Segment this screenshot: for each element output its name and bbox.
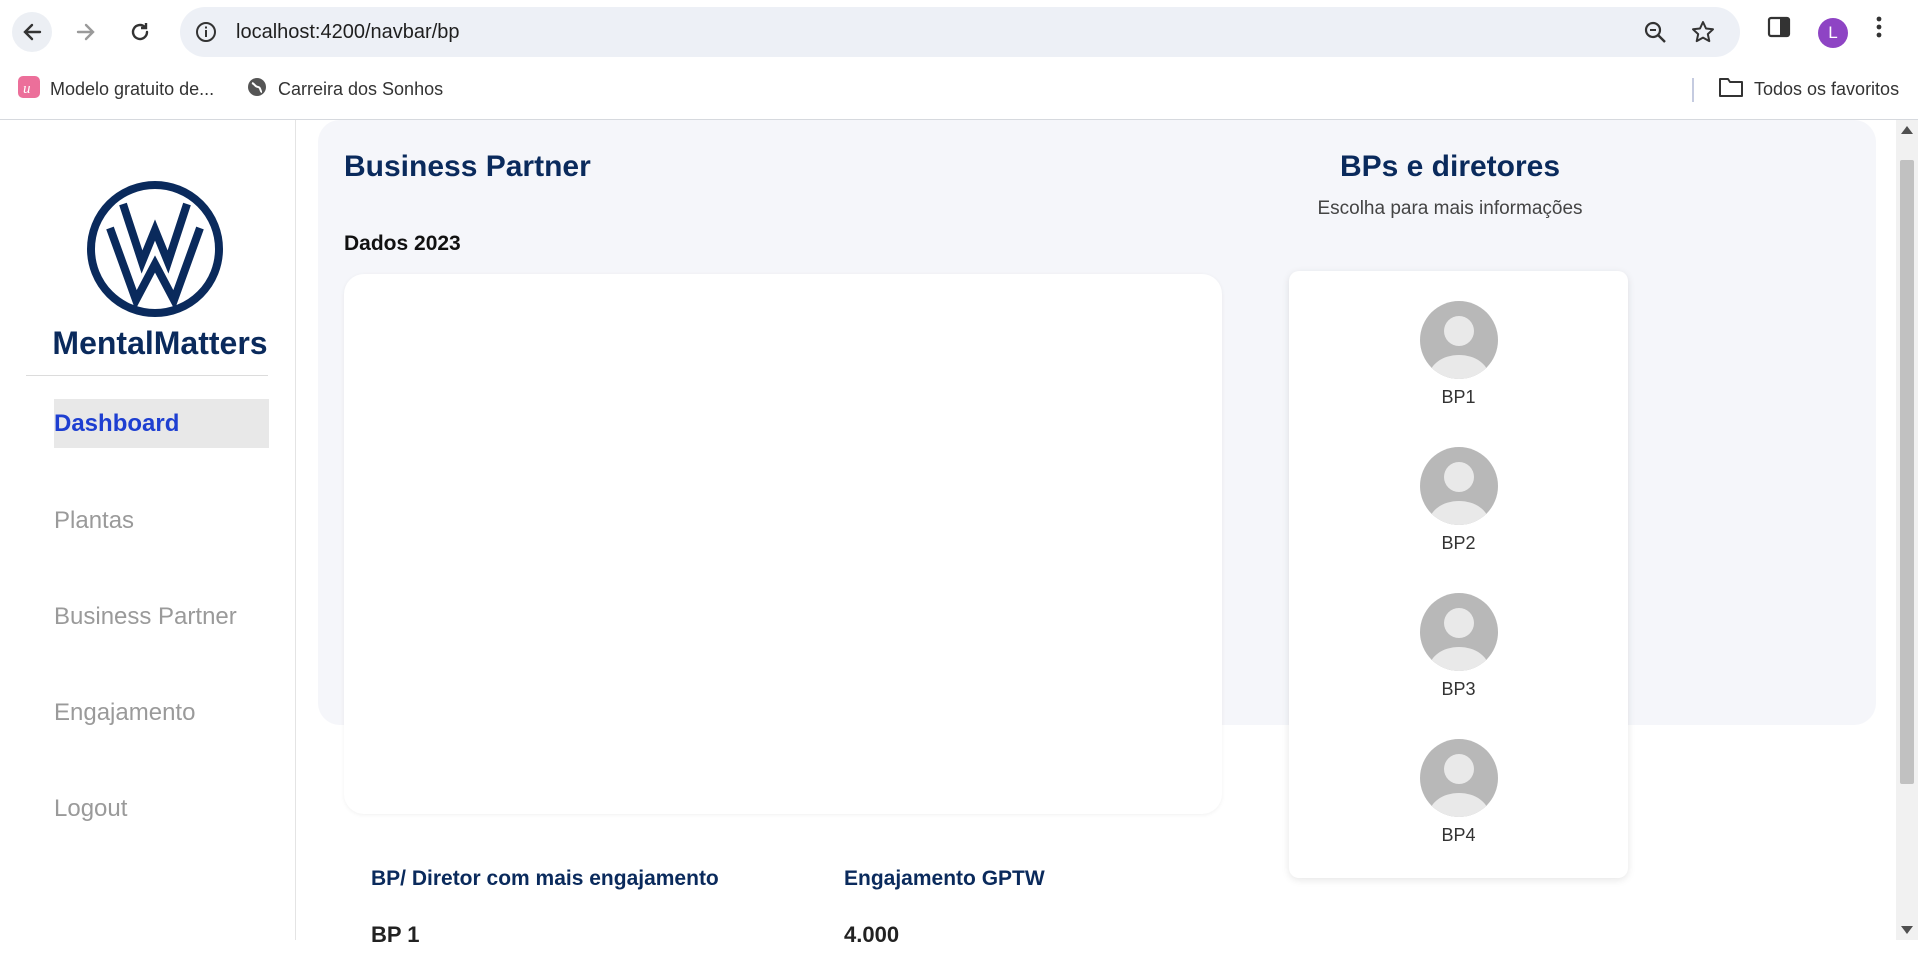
scroll-down-icon[interactable] (1901, 926, 1913, 934)
stat-heading: Engajamento GPTW (844, 867, 1045, 890)
reload-icon (131, 23, 149, 41)
divider (26, 375, 268, 376)
arrow-right-icon (76, 23, 95, 41)
scroll-up-icon[interactable] (1901, 126, 1913, 134)
bp-item[interactable]: BP3 (1289, 593, 1628, 700)
globe-icon (246, 76, 268, 103)
arrow-left-icon (23, 23, 42, 41)
back-button[interactable] (12, 12, 52, 52)
nav-plantas[interactable]: Plantas (54, 507, 134, 535)
bp-label: BP3 (1441, 679, 1476, 699)
url-text[interactable]: localhost:4200/navbar/bp (236, 21, 460, 44)
nav-label: Logout (54, 795, 128, 822)
bookmarks-bar: u Modelo gratuito de... Carreira dos Son… (0, 64, 1918, 120)
nav-label: Dashboard (54, 410, 180, 437)
stat-card-gptw: Engajamento GPTW 4.000 (817, 834, 1222, 964)
nav-label: Business Partner (54, 603, 237, 630)
all-bookmarks-button[interactable]: Todos os favoritos (1718, 76, 1899, 103)
folder-icon (1718, 76, 1744, 103)
reload-button[interactable] (120, 12, 160, 52)
bookmark-star-icon[interactable] (1690, 19, 1716, 50)
bookmark-item[interactable]: Carreira dos Sonhos (246, 76, 443, 103)
zoom-icon[interactable] (1642, 19, 1668, 50)
scroll-thumb[interactable] (1900, 160, 1914, 784)
bp-label: BP4 (1441, 825, 1476, 845)
avatar-placeholder-icon (1419, 593, 1498, 671)
nav-label: Plantas (54, 507, 135, 534)
bp-panel-subtitle: Escolha para mais informações (1317, 198, 1583, 219)
profile-avatar[interactable]: L (1818, 18, 1848, 48)
bp-item[interactable]: BP2 (1289, 447, 1628, 554)
nav-logout[interactable]: Logout (54, 795, 127, 823)
bookmark-label: Modelo gratuito de... (50, 79, 215, 99)
bp-label: BP1 (1441, 387, 1476, 407)
nav-dashboard[interactable]: Dashboard (54, 399, 269, 448)
chart-card (344, 274, 1222, 814)
vw-logo (86, 180, 224, 323)
address-bar[interactable]: localhost:4200/navbar/bp (180, 7, 1740, 57)
page-scrollbar[interactable] (1896, 120, 1918, 940)
all-bookmarks-label: Todos os favoritos (1754, 79, 1900, 99)
nav-engajamento[interactable]: Engajamento (54, 699, 195, 727)
data-year-label: Dados 2023 (344, 232, 461, 255)
nav-label: Engajamento (54, 699, 196, 726)
forward-button[interactable] (66, 12, 106, 52)
stat-heading: BP/ Diretor com mais engajamento (371, 867, 719, 890)
bp-item[interactable]: BP1 (1289, 301, 1628, 408)
bookmark-label: Carreira dos Sonhos (278, 79, 444, 99)
nav-business-partner[interactable]: Business Partner (54, 603, 237, 631)
browser-toolbar: localhost:4200/navbar/bp L (0, 0, 1918, 64)
sidebar: MentalMatters Dashboard Plantas Business… (0, 120, 296, 940)
stat-value: 4.000 (844, 922, 900, 947)
bp-item[interactable]: BP4 (1289, 739, 1628, 846)
bp-list: BP1 BP2 BP3 BP4 (1289, 271, 1628, 878)
site-info-icon[interactable] (194, 20, 218, 49)
avatar-placeholder-icon (1419, 447, 1498, 525)
avatar-placeholder-icon (1419, 739, 1498, 817)
stat-card-top-engagement: BP/ Diretor com mais engajamento BP 1 (344, 834, 749, 964)
bookmark-u-icon: u (18, 76, 40, 103)
bookmark-item[interactable]: u Modelo gratuito de... (18, 76, 214, 103)
bp-label: BP2 (1441, 533, 1476, 553)
brand-name: MentalMatters (52, 325, 268, 361)
side-panel-icon[interactable] (1766, 14, 1792, 45)
svg-text:u: u (23, 81, 31, 97)
bp-panel-title: BPs e diretores (1339, 150, 1561, 183)
bookmarks-separator (1692, 78, 1694, 102)
avatar-placeholder-icon (1419, 301, 1498, 379)
page-title: Business Partner (344, 150, 591, 183)
stat-value: BP 1 (371, 922, 420, 947)
menu-kebab-icon[interactable] (1874, 14, 1884, 45)
